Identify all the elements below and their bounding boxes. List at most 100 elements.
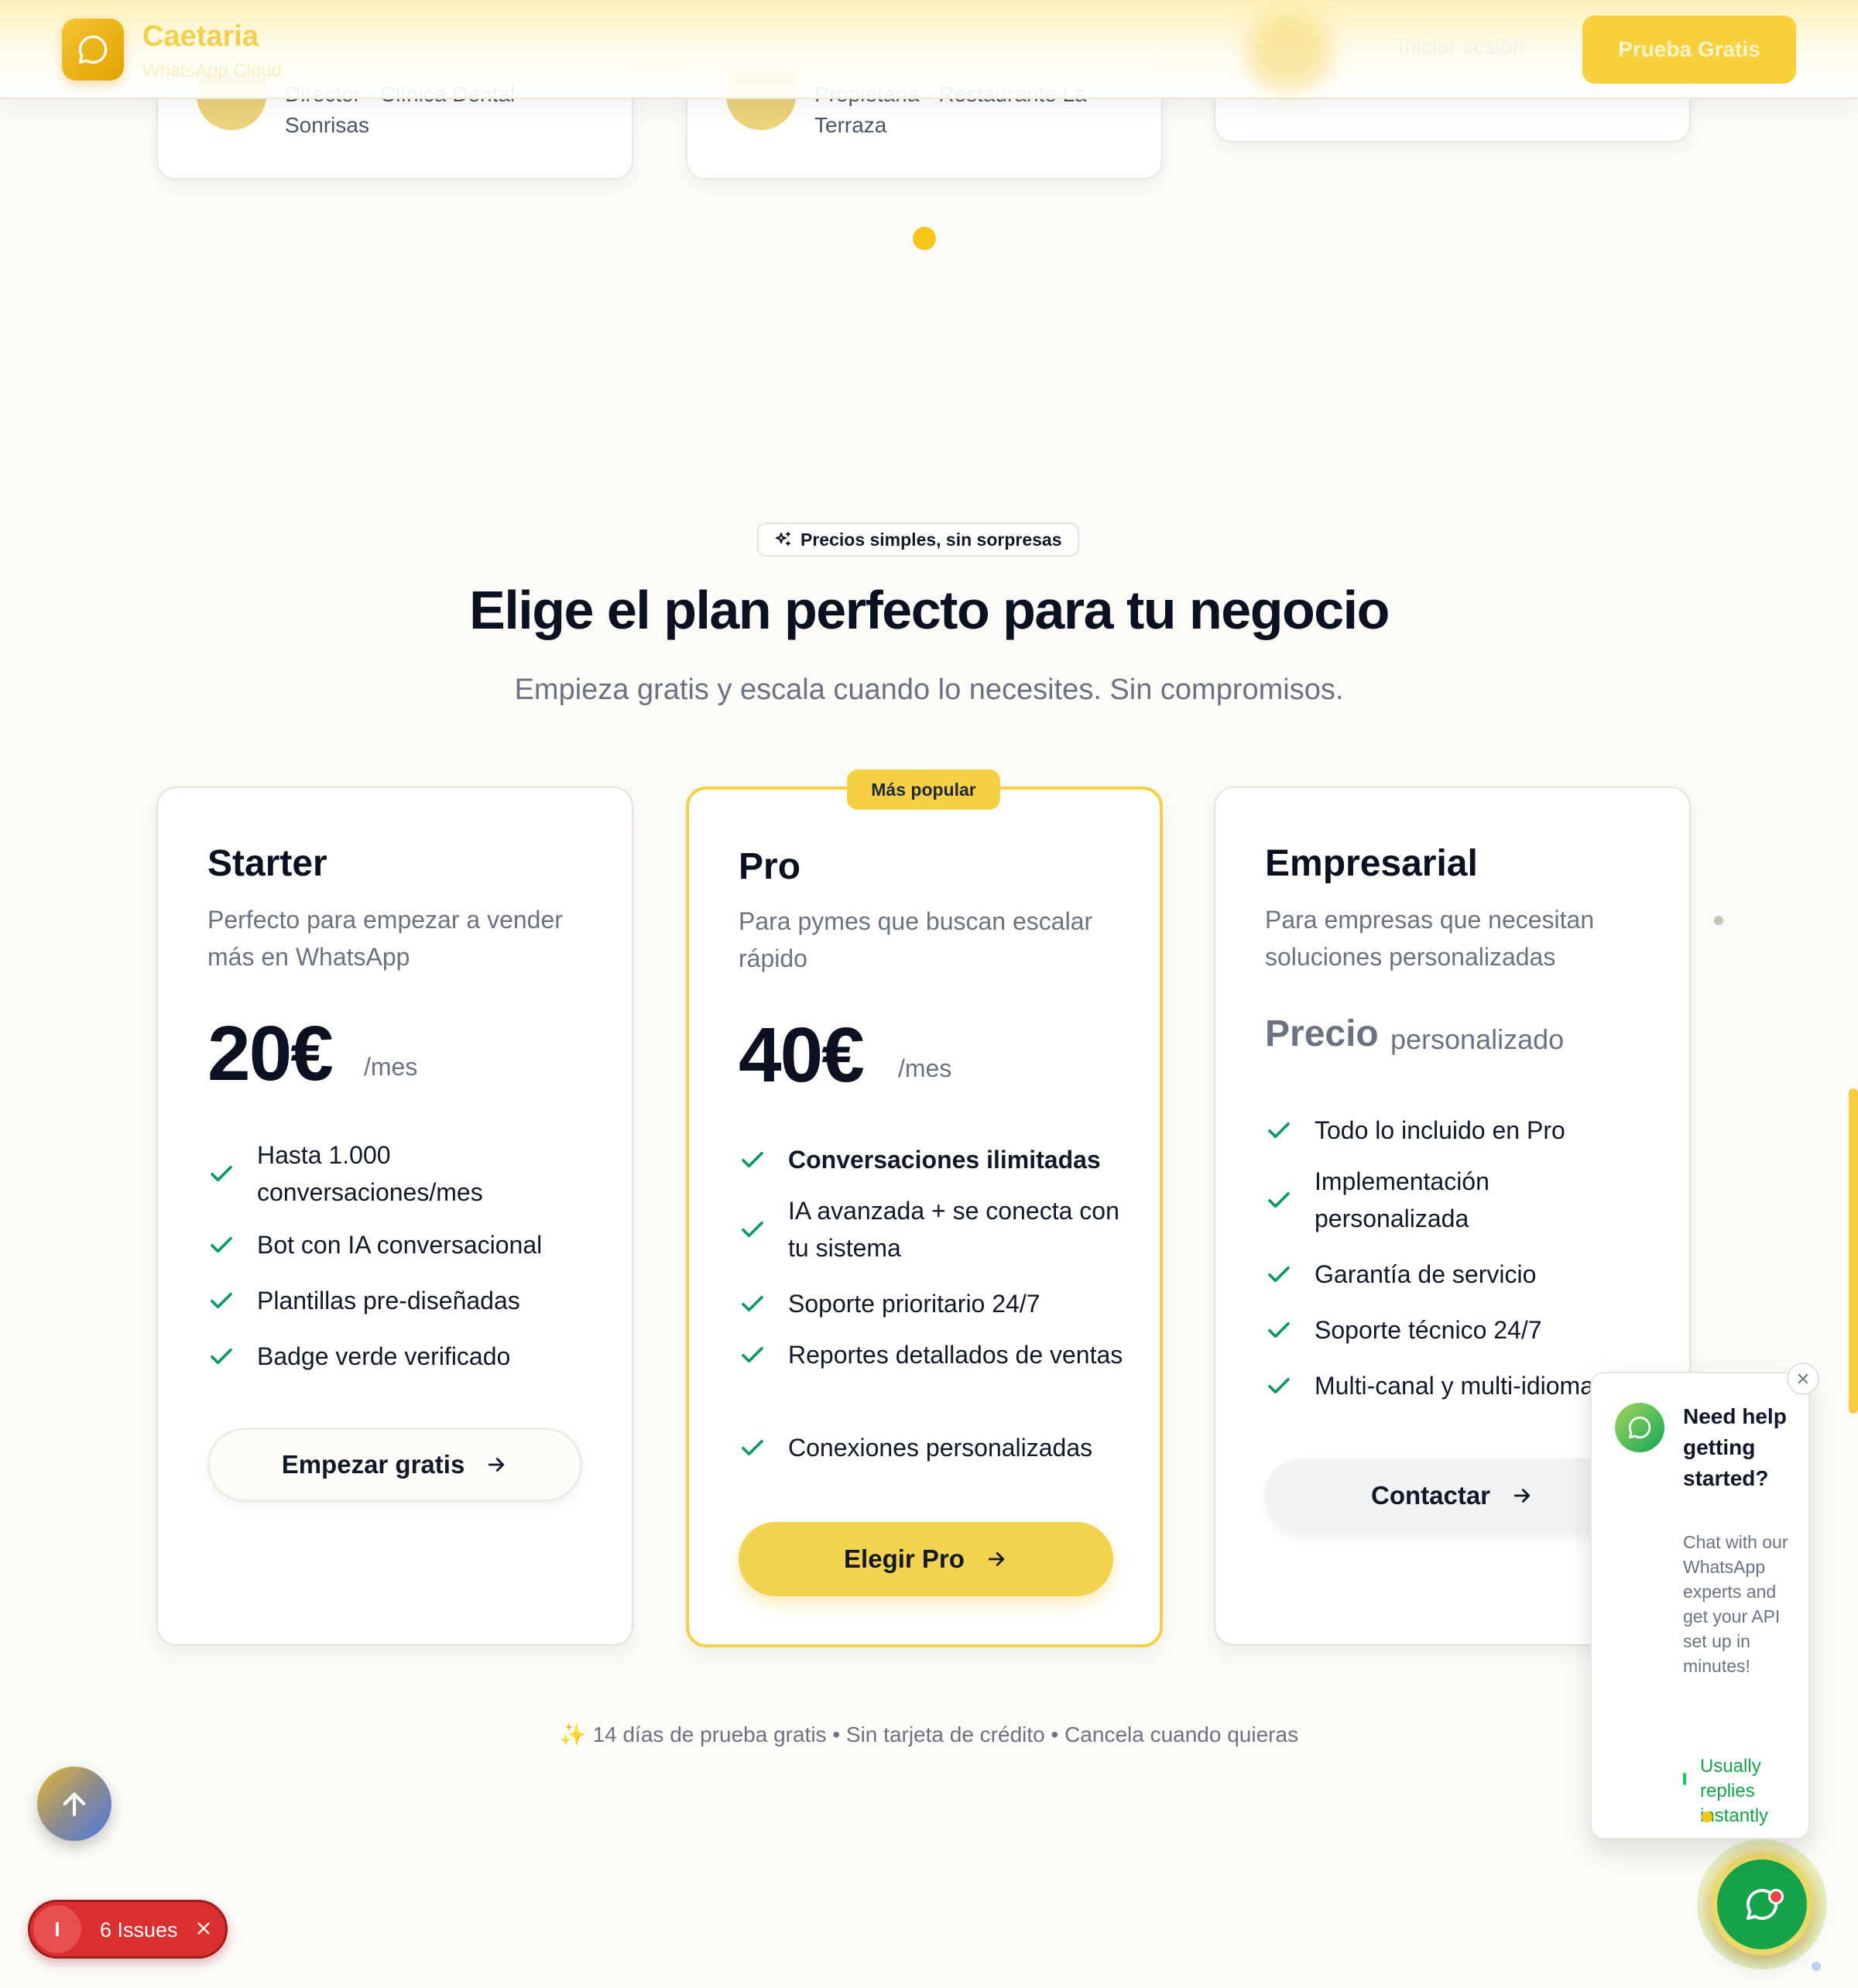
arrow-up-icon xyxy=(63,1792,86,1817)
feature-item: Todo lo incluido en Pro xyxy=(1265,1112,1668,1149)
check-icon xyxy=(742,1295,763,1312)
plan-name: Starter xyxy=(207,843,327,884)
contact-button[interactable]: Contactar xyxy=(1265,1458,1640,1533)
plan-period: personalizado xyxy=(1390,1023,1565,1055)
chat-launcher-button[interactable] xyxy=(1711,1853,1813,1955)
check-icon xyxy=(1268,1321,1290,1338)
arrow-right-icon xyxy=(988,1552,1005,1566)
arrow-right-icon xyxy=(1513,1489,1531,1503)
check-icon xyxy=(1268,1122,1290,1139)
feature-text: Hasta 1.000 conversaciones/mes xyxy=(257,1141,483,1206)
brand-name[interactable]: Caetaria xyxy=(142,20,259,53)
plan-price: Precio xyxy=(1265,1013,1379,1054)
section-title: Elige el plan perfecto para tu negocio xyxy=(469,580,1390,640)
feature-text: Conversaciones ilimitadas xyxy=(788,1146,1101,1174)
feature-text: Soporte prioritario 24/7 xyxy=(788,1290,1040,1318)
arrow-right-icon xyxy=(488,1458,505,1472)
plan-price: 40€ xyxy=(739,1012,865,1099)
feature-text: Implementación personalizada xyxy=(1315,1167,1489,1232)
issues-badge[interactable]: I 6 Issues xyxy=(28,1900,228,1959)
pricing-badge: Precios simples, sin sorpresas xyxy=(757,523,1079,557)
feature-text: Plantillas pre-diseñadas xyxy=(257,1287,520,1314)
scrollbar-thumb[interactable] xyxy=(1849,1088,1858,1414)
button-label: Empezar gratis xyxy=(281,1450,465,1479)
plan-description: Para empresas que necesitan soluciones p… xyxy=(1265,906,1595,971)
status-indicator xyxy=(1683,1773,1686,1785)
chat-popup: Need help getting started? Chat with our… xyxy=(1590,1372,1810,1839)
plan-card-pro: Pro Para pymes que buscan escalar rápido… xyxy=(686,787,1163,1647)
check-icon xyxy=(1268,1377,1290,1394)
feature-text: Multi-canal y multi-idioma xyxy=(1315,1372,1594,1400)
carousel-dot[interactable] xyxy=(1714,916,1723,925)
sparkles-icon xyxy=(776,532,790,546)
chat-status: Usually replies instantly xyxy=(1700,1756,1769,1826)
chat-bubble-icon xyxy=(78,35,108,64)
testimonial-company: Sonrisas xyxy=(285,113,369,137)
feature-item: Plantillas pre-diseñadas xyxy=(207,1282,610,1319)
feature-item: Conversaciones ilimitadas xyxy=(739,1141,1141,1178)
most-popular-badge: Más popular xyxy=(847,769,1000,810)
check-icon xyxy=(1268,1191,1290,1208)
pricing-badge-text: Precios simples, sin sorpresas xyxy=(800,529,1062,550)
free-trial-button[interactable]: Prueba Gratis xyxy=(1582,15,1796,84)
scroll-to-top-button[interactable] xyxy=(37,1767,111,1841)
check-icon xyxy=(211,1236,232,1253)
brand-subtitle: WhatsApp Cloud xyxy=(142,60,283,81)
chat-popup-title: Need help getting started? xyxy=(1683,1404,1787,1490)
check-icon xyxy=(742,1439,763,1456)
feature-item: IA avanzada + se conecta con tu sistema xyxy=(739,1192,1141,1266)
button-label: Contactar xyxy=(1370,1481,1491,1510)
plan-period: /mes xyxy=(898,1054,952,1082)
carousel-dot-active[interactable] xyxy=(913,227,936,250)
chat-bubble-icon xyxy=(1628,1416,1651,1439)
decorative-dot xyxy=(1812,1962,1821,1971)
chat-popup-body: Chat with our WhatsApp experts and get y… xyxy=(1683,1532,1788,1676)
plan-description: Para pymes que buscan escalar rápido xyxy=(739,907,1093,972)
check-icon xyxy=(742,1151,763,1168)
feature-text: Soporte técnico 24/7 xyxy=(1315,1316,1542,1344)
check-icon xyxy=(742,1221,763,1238)
button-label: Elegir Pro xyxy=(844,1544,965,1573)
feature-item: Conexiones personalizadas xyxy=(739,1429,1141,1466)
feature-item: Bot con IA conversacional xyxy=(207,1226,610,1263)
header-decoration xyxy=(1246,14,1332,91)
check-icon xyxy=(211,1292,232,1309)
feature-text: Todo lo incluido en Pro xyxy=(1315,1116,1565,1144)
feature-text: Conexiones personalizadas xyxy=(788,1434,1093,1462)
feature-item: Soporte técnico 24/7 xyxy=(1265,1311,1668,1349)
notification-dot xyxy=(1702,1811,1712,1822)
plan-card-starter: Starter Perfecto para empezar a vender m… xyxy=(156,787,633,1646)
issues-initial: I xyxy=(33,1905,81,1953)
top-navbar: Caetaria WhatsApp Cloud Iniciar sesión P… xyxy=(0,0,1858,99)
start-free-button[interactable]: Empezar gratis xyxy=(207,1428,582,1502)
section-subtitle: Empieza gratis y escala cuando lo necesi… xyxy=(514,674,1344,706)
feature-item: Implementación personalizada xyxy=(1265,1163,1668,1237)
plan-period: /mes xyxy=(364,1053,418,1081)
check-icon xyxy=(742,1346,763,1363)
check-icon xyxy=(211,1165,232,1182)
chat-popup-close-button[interactable] xyxy=(1787,1362,1819,1395)
brand-logo[interactable] xyxy=(62,19,124,81)
choose-pro-button[interactable]: Elegir Pro xyxy=(739,1522,1113,1596)
login-link[interactable]: Iniciar sesión xyxy=(1398,34,1524,59)
check-icon xyxy=(1268,1266,1290,1283)
feature-item: Hasta 1.000 conversaciones/mes xyxy=(207,1136,610,1211)
feature-item: Badge verde verificado xyxy=(207,1338,610,1375)
feature-text: Badge verde verificado xyxy=(257,1342,511,1370)
close-icon xyxy=(1798,1373,1808,1384)
feature-text: Reportes detallados de ventas xyxy=(788,1341,1123,1369)
plan-name: Pro xyxy=(739,846,801,887)
unread-dot xyxy=(1768,1889,1784,1904)
plan-description: Perfecto para empezar a vender más en Wh… xyxy=(207,906,563,971)
issues-label: 6 Issues xyxy=(100,1918,178,1942)
close-icon[interactable] xyxy=(190,1914,218,1942)
feature-item: Garantía de servicio xyxy=(1265,1256,1668,1293)
chat-avatar xyxy=(1615,1403,1664,1452)
plan-price: 20€ xyxy=(207,1010,334,1097)
plan-name: Empresarial xyxy=(1265,843,1478,884)
check-icon xyxy=(211,1348,232,1365)
pricing-footnote: ✨ 14 días de prueba gratis • Sin tarjeta… xyxy=(559,1722,1299,1746)
testimonial-company: Terraza xyxy=(814,113,887,137)
feature-text: IA avanzada + se conecta con tu sistema xyxy=(788,1197,1119,1262)
feature-item: Reportes detallados de ventas xyxy=(739,1336,1141,1373)
